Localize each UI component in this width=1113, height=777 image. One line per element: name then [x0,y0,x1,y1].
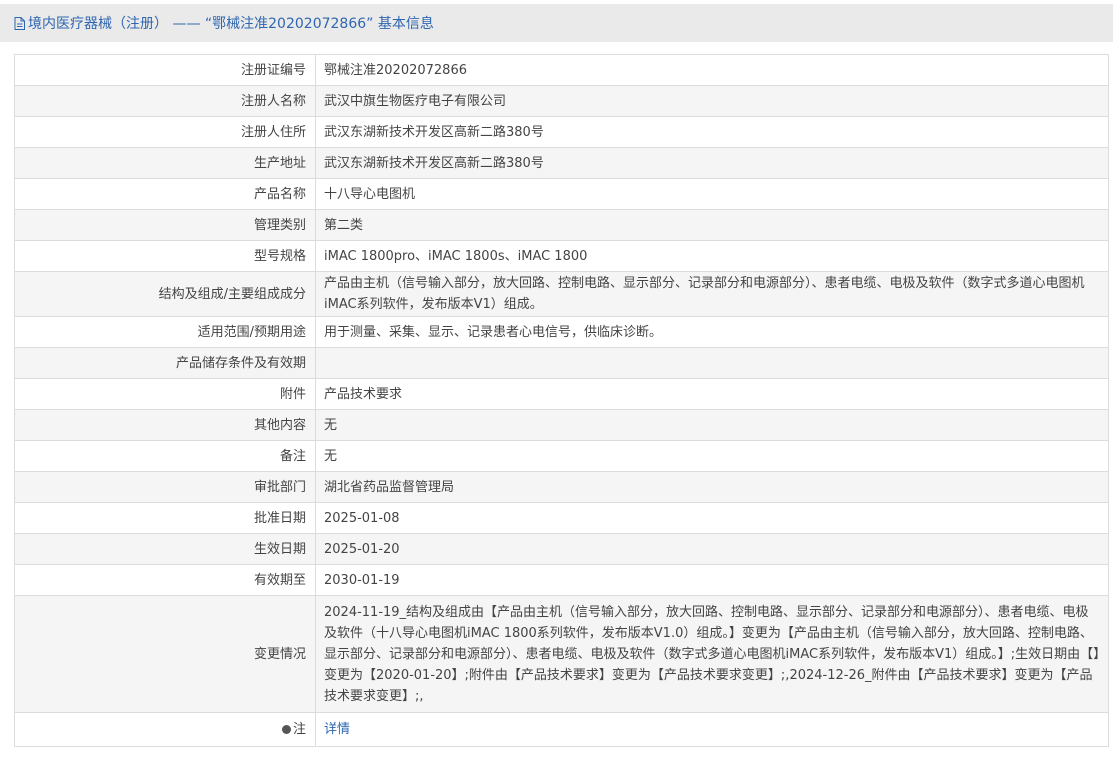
table-row: 备注 无 [14,440,1109,472]
table-row: 产品储存条件及有效期 [14,347,1109,379]
row-value: 产品技术要求 [315,378,1109,410]
row-value: 武汉东湖新技术开发区高新二路380号 [315,147,1109,179]
row-label: 注册人名称 [14,85,316,117]
table-row: 附件 产品技术要求 [14,378,1109,410]
table-row: 管理类别 第二类 [14,209,1109,241]
note-label-cell: 注 [14,712,316,747]
row-label: 审批部门 [14,471,316,503]
row-label: 有效期至 [14,564,316,596]
row-label: 生效日期 [14,533,316,565]
row-value: iMAC 1800pro、iMAC 1800s、iMAC 1800 [315,240,1109,272]
table-row: 注册人住所 武汉东湖新技术开发区高新二路380号 [14,116,1109,148]
table-row: 生效日期 2025-01-20 [14,533,1109,565]
row-value: 2025-01-08 [315,502,1109,534]
table-row: 结构及组成/主要组成成分 产品由主机（信号输入部分，放大回路、控制电路、显示部分… [14,271,1109,317]
row-label: 产品名称 [14,178,316,210]
info-icon [281,725,291,734]
row-label: 批准日期 [14,502,316,534]
row-value: 用于测量、采集、显示、记录患者心电信号，供临床诊断。 [315,316,1109,348]
row-value: 鄂械注准20202072866 [315,54,1109,86]
row-label: 变更情况 [14,595,316,713]
row-label: 注册证编号 [14,54,316,86]
row-value: 武汉中旗生物医疗电子有限公司 [315,85,1109,117]
table-row: 注册证编号 鄂械注准20202072866 [14,54,1109,86]
table-row: 审批部门 湖北省药品监督管理局 [14,471,1109,503]
row-label: 结构及组成/主要组成成分 [14,271,316,317]
info-table: 注册证编号 鄂械注准20202072866 注册人名称 武汉中旗生物医疗电子有限… [14,54,1109,747]
row-value: 武汉东湖新技术开发区高新二路380号 [315,116,1109,148]
row-value: 十八导心电图机 [315,178,1109,210]
note-value-cell: 详情 [315,712,1109,747]
table-row: 注册人名称 武汉中旗生物医疗电子有限公司 [14,85,1109,117]
row-label: 产品储存条件及有效期 [14,347,316,379]
row-value: 无 [315,409,1109,441]
row-label: 附件 [14,378,316,410]
page-header: 境内医疗器械（注册） —— “鄂械注准20202072866” 基本信息 [0,4,1113,42]
table-row: 型号规格 iMAC 1800pro、iMAC 1800s、iMAC 1800 [14,240,1109,272]
table-row: 适用范围/预期用途 用于测量、采集、显示、记录患者心电信号，供临床诊断。 [14,316,1109,348]
row-label: 管理类别 [14,209,316,241]
table-row: 其他内容 无 [14,409,1109,441]
row-label: 生产地址 [14,147,316,179]
table-row: 批准日期 2025-01-08 [14,502,1109,534]
details-link[interactable]: 详情 [324,722,350,737]
row-label: 注册人住所 [14,116,316,148]
note-row: 注 详情 [14,712,1109,747]
row-value: 产品由主机（信号输入部分，放大回路、控制电路、显示部分、记录部分和电源部分）、患… [315,271,1109,317]
row-value: 第二类 [315,209,1109,241]
document-icon [14,16,25,30]
row-value: 2024-11-19_结构及组成由【产品由主机（信号输入部分，放大回路、控制电路… [315,595,1109,713]
row-label: 型号规格 [14,240,316,272]
row-label: 备注 [14,440,316,472]
note-label: 注 [292,722,306,737]
row-value [315,347,1109,379]
table-row: 变更情况 2024-11-19_结构及组成由【产品由主机（信号输入部分，放大回路… [14,595,1109,713]
page-title: 境内医疗器械（注册） —— “鄂械注准20202072866” 基本信息 [28,16,434,32]
row-label: 适用范围/预期用途 [14,316,316,348]
row-value: 2030-01-19 [315,564,1109,596]
table-row: 有效期至 2030-01-19 [14,564,1109,596]
row-value: 无 [315,440,1109,472]
table-row: 生产地址 武汉东湖新技术开发区高新二路380号 [14,147,1109,179]
row-value: 2025-01-20 [315,533,1109,565]
row-label: 其他内容 [14,409,316,441]
table-row: 产品名称 十八导心电图机 [14,178,1109,210]
row-value: 湖北省药品监督管理局 [315,471,1109,503]
